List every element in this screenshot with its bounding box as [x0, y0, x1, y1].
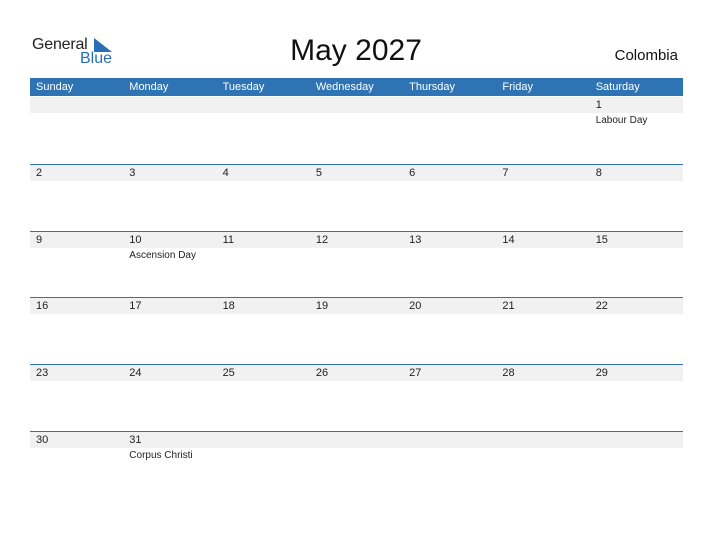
- day-cell: 25: [217, 365, 310, 431]
- week-cells: 9 10 Ascension Day 11 12 13 14 15: [30, 232, 683, 298]
- day-cell: 28: [496, 365, 589, 431]
- day-number: 28: [502, 367, 515, 379]
- calendar-title: May 2027: [290, 34, 422, 67]
- day-cell: 20: [403, 298, 496, 364]
- week-row: 16 17 18 19 20 21 22: [30, 297, 683, 364]
- day-cell: 7: [496, 165, 589, 231]
- day-cell: 13: [403, 232, 496, 298]
- day-number: 5: [315, 167, 322, 179]
- week-row: 23 24 25 26 27 28 29: [30, 364, 683, 431]
- day-cell: 26: [310, 365, 403, 431]
- day-cell: [217, 97, 310, 163]
- day-cell: [496, 97, 589, 163]
- day-cell: 31 Corpus Christi: [123, 432, 216, 498]
- weekday-monday: Monday: [129, 81, 169, 93]
- week-row: 2 3 4 5 6 7 8: [30, 164, 683, 231]
- day-cell: 11: [217, 232, 310, 298]
- day-cell: 4: [217, 165, 310, 231]
- day-cell: 19: [310, 298, 403, 364]
- day-cell: [590, 432, 683, 498]
- week-row: 9 10 Ascension Day 11 12 13 14 15: [30, 231, 683, 298]
- day-number: 12: [315, 234, 329, 246]
- week-row: 1 Labour Day: [30, 97, 683, 163]
- day-number: 25: [222, 367, 235, 379]
- day-number: 16: [36, 300, 49, 312]
- weekday-saturday: Saturday: [595, 81, 640, 93]
- day-cell: 22: [590, 298, 683, 364]
- day-number: 11: [222, 234, 234, 246]
- day-cell: 23: [30, 365, 123, 431]
- day-number: 23: [36, 367, 49, 379]
- day-number: 24: [129, 367, 142, 379]
- day-number: 21: [502, 300, 515, 312]
- country-label: Colombia: [614, 47, 678, 64]
- day-cell: 27: [403, 365, 496, 431]
- day-cell: 30: [30, 432, 123, 498]
- day-cell: [496, 432, 589, 498]
- week-row: 30 31 Corpus Christi: [30, 431, 683, 498]
- holiday-label: Labour Day: [595, 115, 648, 126]
- day-number: 14: [502, 234, 515, 246]
- day-cell: 5: [310, 165, 403, 231]
- day-cell: 24: [123, 365, 216, 431]
- weekday-wednesday: Wednesday: [315, 81, 374, 93]
- day-number: 19: [315, 300, 329, 312]
- weekday-tuesday: Tuesday: [222, 81, 265, 93]
- day-cell: 12: [310, 232, 403, 298]
- weekday-sunday: Sunday: [36, 81, 74, 93]
- day-number: 13: [409, 234, 422, 246]
- day-number: 27: [409, 367, 422, 379]
- day-number: 9: [36, 234, 43, 246]
- day-cell: 21: [496, 298, 589, 364]
- day-cell: 18: [217, 298, 310, 364]
- week-cells: 2 3 4 5 6 7 8: [30, 165, 683, 231]
- holiday-label: Corpus Christi: [129, 450, 193, 461]
- day-number: 1: [595, 99, 602, 111]
- day-number: 8: [595, 167, 602, 179]
- weekday-thursday: Thursday: [409, 81, 455, 93]
- day-cell: [30, 97, 123, 163]
- week-cells: 16 17 18 19 20 21 22: [30, 298, 683, 364]
- day-number: 30: [36, 434, 49, 446]
- day-number: 18: [222, 300, 235, 312]
- day-number: 3: [129, 167, 136, 179]
- day-number: 4: [222, 167, 229, 179]
- day-number: 29: [595, 367, 608, 379]
- day-cell: 2: [30, 165, 123, 231]
- holiday-label: Ascension Day: [129, 250, 196, 261]
- day-cell: 16: [30, 298, 123, 364]
- day-cell: 6: [403, 165, 496, 231]
- weekday-friday: Friday: [502, 81, 533, 93]
- day-cell: 1 Labour Day: [590, 97, 683, 163]
- day-cell: 9: [30, 232, 123, 298]
- day-number: 31: [129, 434, 142, 446]
- weekday-header: Sunday Monday Tuesday Wednesday Thursday…: [30, 78, 683, 96]
- day-number: 10: [129, 234, 142, 246]
- day-cell: 10 Ascension Day: [123, 232, 216, 298]
- day-number: 2: [36, 167, 43, 179]
- day-cell: [123, 97, 216, 163]
- day-cell: 29: [590, 365, 683, 431]
- day-cell: [403, 432, 496, 498]
- day-cell: 3: [123, 165, 216, 231]
- day-number: 15: [595, 234, 608, 246]
- week-cells: 1 Labour Day: [30, 97, 683, 163]
- day-cell: [217, 432, 310, 498]
- week-cells: 23 24 25 26 27 28 29: [30, 365, 683, 431]
- day-number: 22: [595, 300, 608, 312]
- day-number: 17: [129, 300, 142, 312]
- day-cell: [310, 97, 403, 163]
- day-cell: [403, 97, 496, 163]
- day-cell: 17: [123, 298, 216, 364]
- day-number: 26: [315, 367, 329, 379]
- day-cell: 8: [590, 165, 683, 231]
- day-cell: 15: [590, 232, 683, 298]
- day-cell: [310, 432, 403, 498]
- day-number: 7: [502, 167, 509, 179]
- day-cell: 14: [496, 232, 589, 298]
- day-number: 6: [409, 167, 416, 179]
- week-cells: 30 31 Corpus Christi: [30, 432, 683, 498]
- day-number: 20: [409, 300, 422, 312]
